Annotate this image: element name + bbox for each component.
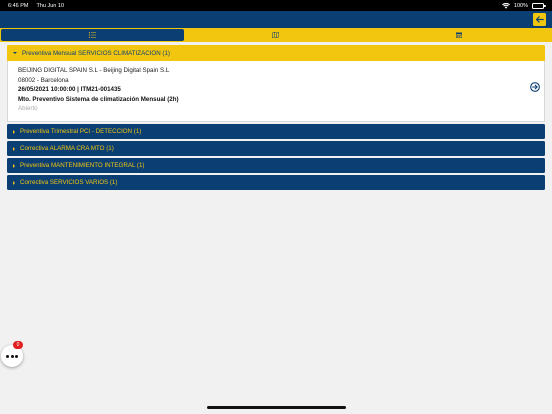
caret-right-icon — [13, 129, 15, 134]
item-client: BEIJING DIGITAL SPAIN S.L - Beijing Digi… — [18, 67, 170, 74]
group-title: Correctiva ALARMA CRA MTO (1) — [20, 145, 114, 152]
arrow-left-icon — [535, 16, 544, 23]
list-item[interactable]: BEIJING DIGITAL SPAIN S.L - Beijing Digi… — [7, 61, 545, 122]
group-header[interactable]: Preventiva Mensual SERVICIOS CLIMATIZACI… — [7, 45, 545, 61]
item-description: Mto. Preventivo Sistema de climatización… — [18, 95, 179, 103]
tab-list[interactable] — [1, 29, 185, 41]
group-header[interactable]: Correctiva ALARMA CRA MTO (1) — [7, 141, 545, 156]
group-title: Preventiva Mensual SERVICIOS CLIMATIZACI… — [22, 49, 170, 57]
arrow-right-circle-icon — [530, 82, 540, 92]
open-item-button[interactable] — [530, 79, 540, 92]
caret-down-icon — [13, 52, 17, 54]
map-icon — [272, 32, 280, 38]
status-time: 6:46 PM — [8, 2, 29, 9]
wifi-icon — [501, 2, 510, 9]
back-button[interactable] — [533, 13, 546, 26]
group-header[interactable]: Correctiva SERVICIOS VARIOS (1) — [7, 175, 545, 190]
group-title: Correctiva SERVICIOS VARIOS (1) — [20, 179, 118, 186]
status-date: Thu Jun 10 — [36, 2, 65, 9]
caret-right-icon — [13, 180, 15, 185]
group-title: Preventiva Trimestral PCI - DETECCION (1… — [20, 128, 142, 135]
battery-percent: 100% — [513, 2, 528, 9]
work-order-groups: Preventiva Mensual SERVICIOS CLIMATIZACI… — [7, 45, 545, 192]
caret-right-icon — [13, 163, 15, 168]
tab-map[interactable] — [184, 29, 367, 41]
view-tab-bar — [0, 28, 552, 42]
item-location: 08002 - Barcelona — [18, 76, 69, 84]
more-actions-button[interactable]: 0 — [1, 341, 23, 367]
group-title: Preventiva MANTENIMIENTO INTEGRAL (1) — [20, 162, 145, 169]
list-icon — [89, 32, 97, 38]
status-bar: 6:46 PM Thu Jun 10 100% — [0, 0, 552, 11]
notification-badge: 0 — [13, 341, 23, 349]
calendar-icon — [456, 32, 463, 38]
app-header — [0, 11, 552, 28]
tab-calendar[interactable] — [368, 29, 551, 41]
group-header[interactable]: Preventiva Trimestral PCI - DETECCION (1… — [7, 124, 545, 139]
caret-right-icon — [13, 146, 15, 151]
group-header[interactable]: Preventiva MANTENIMIENTO INTEGRAL (1) — [7, 158, 545, 173]
item-status: Abierto — [18, 105, 38, 112]
more-dots-icon — [6, 354, 18, 358]
item-datetime-code: 26/05/2021 10:00:00 | ITM21-001435 — [18, 86, 121, 93]
battery-icon — [532, 2, 546, 9]
home-indicator[interactable] — [207, 406, 346, 409]
